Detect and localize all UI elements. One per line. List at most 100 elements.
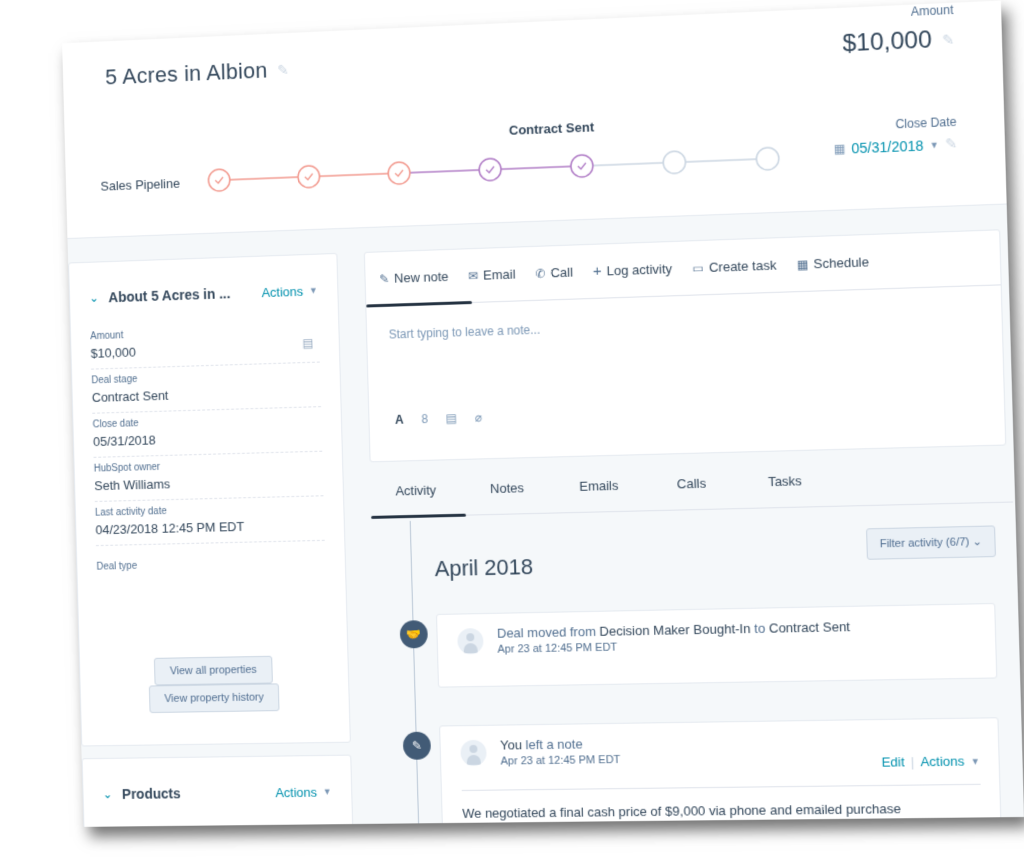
pipeline-stage-3[interactable] [388,162,410,185]
caret-down-icon[interactable]: ▼ [930,139,939,150]
to-stage: Contract Sent [768,619,851,636]
pipeline-stage-2[interactable] [298,165,320,188]
divider [461,783,981,791]
note-body: We negotiated a final cash price of $9,0… [462,801,902,821]
chevron-down-icon[interactable]: ⌄ [103,787,113,801]
property-close-date[interactable]: Close date 05/31/2018 [92,407,323,458]
tab-label: Schedule [813,254,870,272]
amount-value-row: $10,000 ✎ [842,25,954,58]
property-deal-stage[interactable]: Deal stage Contract Sent [91,362,322,414]
current-stage-name: Contract Sent [508,119,595,138]
property-value[interactable]: 05/31/2018 [93,428,322,450]
property-deal-type[interactable]: Deal type [96,541,326,599]
amount-block: Amount $10,000 ✎ [842,3,955,59]
caret-down-icon: ▼ [308,285,318,296]
tab-notes[interactable]: Notes [461,474,554,515]
note-input[interactable]: Start typing to leave a note... [366,285,1004,413]
details-icon[interactable]: ▤ [302,336,313,350]
property-value[interactable]: $10,000 [90,339,319,362]
pipeline-stage-6[interactable] [663,151,686,174]
pipeline-connector [410,170,479,173]
actions-dropdown[interactable]: Actions [920,753,964,769]
email-icon: ✉ [468,268,479,283]
pencil-icon[interactable]: ✎ [945,135,958,153]
pipeline-stage-7[interactable] [756,147,779,170]
handshake-icon: 🤝 [399,620,429,649]
tab-calls[interactable]: Calls [645,469,739,511]
close-date-row[interactable]: ▦ 05/31/2018 ▼ ✎ [833,135,957,157]
event-timestamp: Apr 23 at 12:45 PM EDT [500,753,621,768]
link-icon[interactable]: 8 [421,412,428,426]
about-actions-dropdown[interactable]: Actions ▼ [261,283,318,299]
pipeline-label: Sales Pipeline [100,175,181,194]
event-actions: Edit | Actions ▼ [881,753,981,770]
event-description: Deal moved from Decision Maker Bought-In… [496,619,851,641]
edit-link[interactable]: Edit [881,754,904,770]
property-list: Amount $10,000 ▤ Deal stage Contract Sen… [70,298,346,600]
view-all-properties-button[interactable]: View all properties [154,655,273,686]
pipeline-stage-1[interactable] [208,169,230,192]
products-actions-dropdown[interactable]: Actions ▼ [275,784,332,799]
property-buttons: View all properties View property histor… [80,654,349,714]
property-last-activity[interactable]: Last activity date 04/23/2018 12:45 PM E… [94,496,325,547]
caret-down-icon: ▼ [322,786,332,797]
close-date-value[interactable]: 05/31/2018 [851,137,924,156]
pipeline-stage-4[interactable] [479,158,501,181]
actions-label[interactable]: Actions [275,784,317,799]
text-format-icon[interactable]: A [395,413,404,427]
property-label: HubSpot owner [93,461,161,475]
actor: You [499,737,523,753]
tab-label: Create task [708,257,777,275]
tab-email[interactable]: ✉ Email [464,247,533,302]
tab-activity[interactable]: Activity [370,476,462,517]
snippet-icon[interactable]: ▤ [446,411,458,425]
activity-composer: ✎ New note ✉ Email ✆ Call + Log activity… [363,229,1007,463]
calendar-icon: ▦ [796,256,809,272]
tab-label: Email [482,266,516,283]
filter-activity-button[interactable]: Filter activity (6/7) ⌄ [865,525,996,560]
tab-log-activity[interactable]: + Log activity [588,241,689,298]
note-icon: ✎ [402,731,432,760]
about-deal-card: ⌄ About 5 Acres in ... Actions ▼ Amount … [68,252,351,747]
pencil-icon[interactable]: ✎ [277,61,289,78]
tab-call[interactable]: ✆ Call [531,245,590,300]
pipeline-stage-5[interactable] [571,155,594,178]
property-value[interactable]: 04/23/2018 12:45 PM EDT [95,517,324,538]
tab-create-task[interactable]: ▭ Create task [688,238,794,295]
chevron-down-icon: ⌄ [972,535,983,549]
actions-label[interactable]: Actions [261,283,303,299]
deal-header: 5 Acres in Albion ✎ Amount $10,000 ✎ Sal… [62,0,1007,240]
tab-tasks[interactable]: Tasks [738,466,833,508]
property-value[interactable]: Contract Sent [92,383,321,406]
tab-emails[interactable]: Emails [552,471,645,512]
tab-schedule[interactable]: ▦ Schedule [792,234,886,291]
caret-down-icon[interactable]: ▼ [971,756,981,766]
view-property-history-button[interactable]: View property history [148,683,280,714]
property-label: Close date [92,418,139,431]
timeline-month-heading: April 2018 [434,554,534,582]
from-stage: Decision Maker Bought-In [599,620,751,639]
timeline-event-note[interactable]: You left a note Apr 23 at 12:45 PM EDT E… [439,717,1002,827]
property-value[interactable]: Seth Williams [94,472,323,494]
timeline-event-stage-change[interactable]: Deal moved from Decision Maker Bought-In… [435,602,998,688]
pipeline-connector [685,159,756,162]
attachment-icon[interactable]: ⌀ [475,410,483,424]
close-date-label: Close Date [895,114,957,132]
timeline-line [409,520,420,827]
products-card: ⌄ Products Actions ▼ [81,754,354,827]
avatar [457,628,484,655]
pipeline-connector [501,165,570,171]
property-owner[interactable]: HubSpot owner Seth Williams [93,451,324,502]
tab-new-note[interactable]: ✎ New note [375,249,465,305]
products-card-toggle[interactable]: ⌄ Products [103,785,181,802]
chevron-down-icon[interactable]: ⌄ [89,291,99,305]
pencil-icon[interactable]: ✎ [942,31,955,49]
property-value[interactable] [97,572,326,593]
filter-label: Filter activity (6/7) [879,536,970,551]
phone-icon: ✆ [535,266,546,281]
deal-record-window: 5 Acres in Albion ✎ Amount $10,000 ✎ Sal… [62,0,1024,827]
deal-name: 5 Acres in Albion [104,57,268,90]
tab-label: Call [550,264,574,281]
plus-icon: + [592,262,602,280]
property-amount[interactable]: Amount $10,000 ▤ [89,318,320,370]
